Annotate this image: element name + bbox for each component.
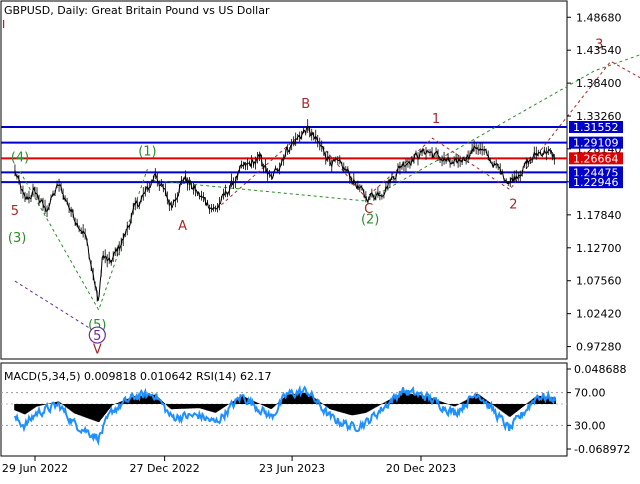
level-price-label: 1.26664 <box>573 152 619 165</box>
price-axis-label: 0.97280 <box>576 341 622 354</box>
wave-label: 1 <box>432 112 440 127</box>
price-axis-label: 1.02420 <box>576 308 622 321</box>
indicator-title: MACD(5,34,5) 0.009818 0.010642 RSI(14) 6… <box>4 370 271 383</box>
wave-label: B <box>301 97 310 112</box>
price-panel-frame <box>0 0 568 360</box>
time-axis-label: 20 Dec 2023 <box>386 462 456 475</box>
corner-marker: I <box>2 18 5 31</box>
wave-label: V <box>93 343 102 358</box>
wave-label: 2 <box>509 198 517 213</box>
wave-label: A <box>178 219 187 234</box>
rsi-axis-label: 70.00 <box>574 387 606 400</box>
time-axis-label: 23 Jun 2023 <box>259 462 325 475</box>
level-price-label: 1.22946 <box>573 176 619 189</box>
level-price-label: 1.29109 <box>573 137 619 150</box>
time-axis-label: 29 Jun 2022 <box>2 462 68 475</box>
price-axis-label: 1.43540 <box>576 44 622 57</box>
indicator-axis: 0.048688 -0.068972 70.00 30.00 <box>567 363 630 456</box>
wave-label: 5 <box>11 204 19 219</box>
wave-label: (4) <box>11 150 29 165</box>
macd-axis-label: -0.068972 <box>574 443 630 456</box>
wave-label: (3) <box>8 231 26 246</box>
level-price-labels: 1.315521.291091.266641.244751.22946 <box>569 121 623 189</box>
time-axis-label: 27 Dec 2022 <box>129 462 199 475</box>
price-axis-label: 1.17840 <box>576 209 622 222</box>
rsi-axis-label: 30.00 <box>574 419 606 432</box>
price-axis-label: 1.38400 <box>576 77 622 90</box>
trading-chart-window: (4) 5 (3) (1) A B C (2) 1 2 3 (5) 5 V 1.48680 1.43540 1… <box>0 0 640 480</box>
chart-symbol-title: GBPUSD, Daily: Great Britain Pound vs US… <box>4 4 270 17</box>
time-axis: 29 Jun 2022 27 Dec 2022 23 Jun 2023 20 Dec … <box>2 456 456 475</box>
price-axis-label: 1.12700 <box>576 242 622 255</box>
wave-label: (2) <box>361 212 379 227</box>
price-axis-label: 1.07560 <box>576 275 622 288</box>
chart-canvas: (4)5(3)(1)ABC(2)123(5)5V 1.486801.435401… <box>0 0 640 475</box>
level-price-label: 1.31552 <box>573 121 619 134</box>
price-axis-label: 1.48680 <box>576 11 622 24</box>
macd-axis-label: 0.048688 <box>574 363 627 376</box>
wave-label: (1) <box>138 145 156 160</box>
